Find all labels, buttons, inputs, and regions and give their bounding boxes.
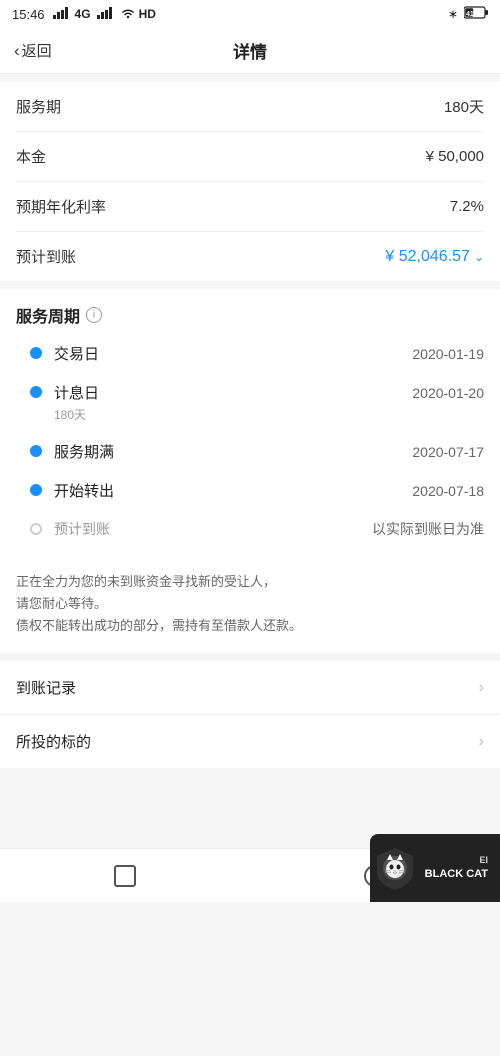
nav-square-button[interactable] [114,865,136,887]
hd-label: HD [139,7,156,21]
chevron-right-icon-2: › [479,733,484,751]
rate-value: 7.2% [450,198,484,215]
list-section: 到账记录 › 所投的标的 › [0,661,500,768]
expected-value: ¥ 52,046.57 ⌄ [385,248,484,266]
service-period-value: 180天 [444,96,484,117]
period-title: 服务周期 i [16,303,484,327]
timeline-label-4: 开始转出 [54,480,114,501]
status-time: 15:46 [12,7,45,22]
chevron-right-icon-1: › [479,679,484,697]
timeline-date-4: 2020-07-18 [412,483,484,499]
timeline-date-5: 以实际到账日为准 [372,519,484,539]
list-row-targets[interactable]: 所投的标的 › [0,715,500,768]
records-label: 到账记录 [16,677,76,698]
timeline-date-1: 2020-01-19 [412,346,484,362]
timeline-date-3: 2020-07-17 [412,444,484,460]
timeline-dot-1 [30,347,42,359]
signal-type: 4G [75,7,91,21]
timeline-date-2: 2020-01-20 [412,385,484,401]
back-button[interactable]: ‹ 返回 [14,40,52,61]
timeline-item-transfer: 开始转出 2020-07-18 [30,480,484,519]
signal-icon2 [97,7,115,22]
square-icon [114,865,136,887]
principal-value: ¥ 50,000 [426,148,484,165]
timeline-label-3: 服务期满 [54,441,114,462]
back-chevron-icon: ‹ [14,41,20,61]
blackcat-watermark: EI BLACK CAT [370,834,500,902]
info-row-expected[interactable]: 预计到账 ¥ 52,046.57 ⌄ [16,232,484,281]
chevron-down-icon: ⌄ [474,250,484,264]
info-icon[interactable]: i [86,307,102,323]
timeline-dot-3 [30,445,42,457]
timeline-dot-5 [30,523,42,535]
targets-label: 所投的标的 [16,731,91,752]
battery-icon: 41 [464,6,488,22]
signal-icon [53,7,71,22]
timeline-dot-2 [30,386,42,398]
expected-label: 预计到账 [16,246,76,267]
timeline-item-arrival: 预计到账 以实际到账日为准 [30,519,484,555]
timeline-item-trade: 交易日 2020-01-19 [30,343,484,382]
period-section: 服务周期 i 交易日 2020-01-19 [0,289,500,653]
timeline-label-5: 预计到账 [54,519,110,539]
timeline-label-1: 交易日 [54,343,99,364]
bottom-nav: EI BLACK CAT [0,848,500,902]
blackcat-text: EI BLACK CAT [425,855,488,881]
principal-label: 本金 [16,146,46,167]
info-row-rate: 预期年化利率 7.2% [16,182,484,232]
content: 服务期 180天 本金 ¥ 50,000 预期年化利率 7.2% 预计到账 ¥ … [0,82,500,848]
rate-label: 预期年化利率 [16,196,106,217]
page-title: 详情 [233,38,267,63]
info-row-service: 服务期 180天 [16,82,484,132]
info-section: 服务期 180天 本金 ¥ 50,000 预期年化利率 7.2% 预计到账 ¥ … [0,82,500,281]
blackcat-logo-icon [373,846,417,890]
timeline-dot-4 [30,484,42,496]
info-row-principal: 本金 ¥ 50,000 [16,132,484,182]
list-row-records[interactable]: 到账记录 › [0,661,500,715]
nav-bar: ‹ 返回 详情 [0,28,500,74]
timeline: 交易日 2020-01-19 计息日 2020-01-20 180天 [16,343,484,555]
bluetooth-icon: ∗ [448,7,458,21]
back-label: 返回 [22,40,52,61]
notice-text: 正在全力为您的未到账资金寻找新的受让人，请您耐心等待。债权不能转出成功的部分，需… [16,567,484,637]
svg-text:41: 41 [466,11,474,18]
timeline-item-expire: 服务期满 2020-07-17 [30,441,484,480]
service-period-label: 服务期 [16,96,61,117]
timeline-sub-2: 180天 [54,406,484,423]
timeline-label-2: 计息日 [54,382,99,403]
timeline-item-interest: 计息日 2020-01-20 180天 [30,382,484,441]
wifi-icon [121,7,135,22]
status-bar: 15:46 4G HD [0,0,500,28]
